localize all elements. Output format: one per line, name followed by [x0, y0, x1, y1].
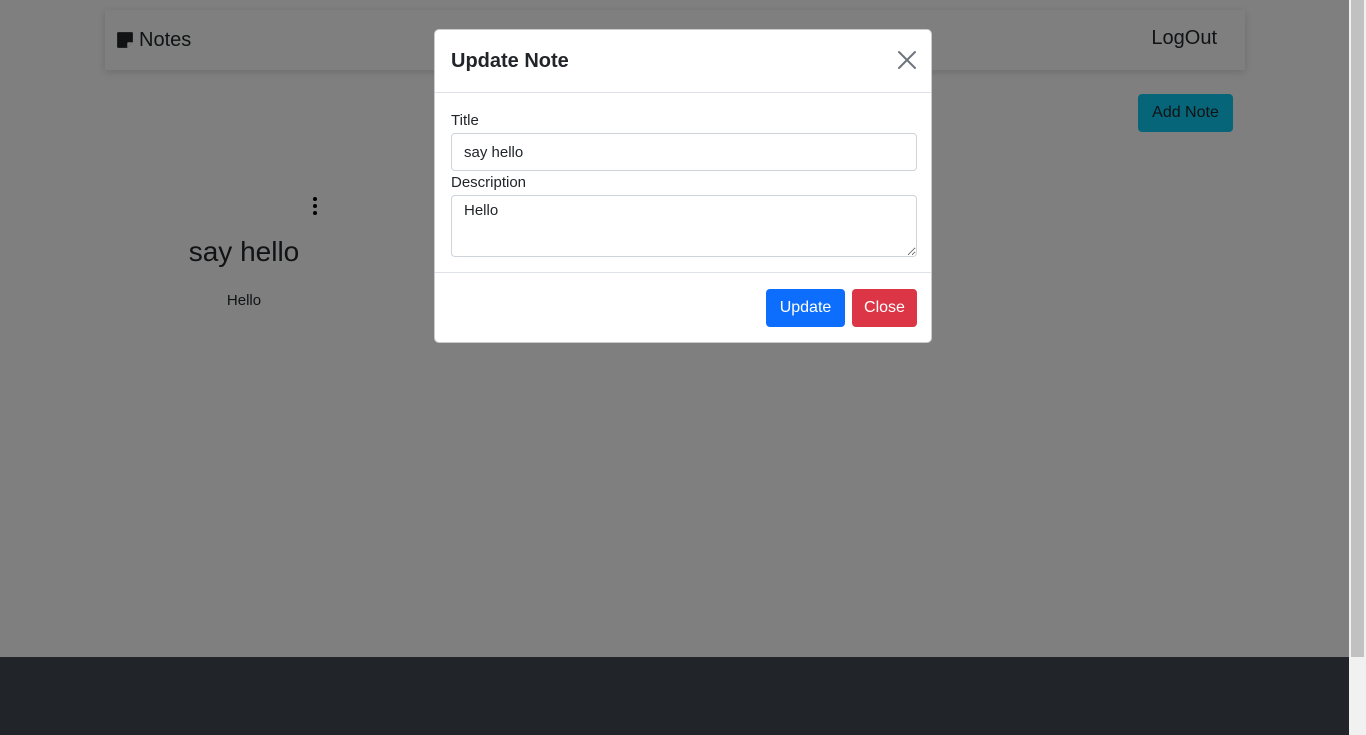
modal-title: Update Note	[451, 50, 569, 72]
description-label: Description	[451, 174, 527, 191]
update-note-modal: Update Note Title Description Hello Upda…	[434, 29, 932, 343]
description-textarea[interactable]: Hello	[451, 195, 917, 257]
title-input[interactable]	[451, 133, 917, 171]
update-button[interactable]: Update	[766, 289, 845, 327]
close-icon[interactable]	[897, 50, 917, 70]
modal-header: Update Note	[435, 30, 931, 93]
close-button[interactable]: Close	[852, 289, 917, 327]
modal-footer: Update Close	[435, 272, 931, 344]
title-label: Title	[451, 112, 479, 129]
close-icon-glyph	[898, 51, 916, 69]
footer	[0, 657, 1349, 735]
scrollbar-thumb[interactable]	[1351, 0, 1364, 657]
